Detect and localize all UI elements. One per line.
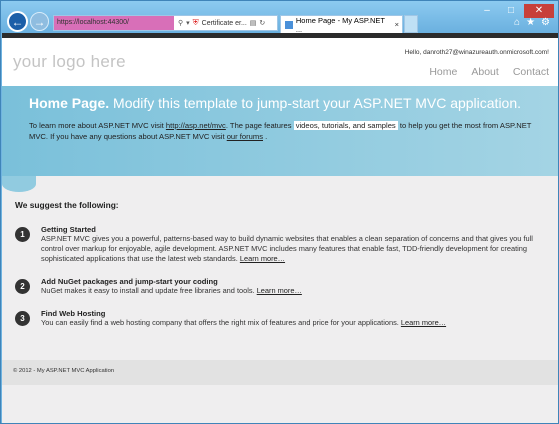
featured-text-4: . (265, 131, 268, 141)
mvc-link[interactable]: http://asp.net/mvc (166, 121, 226, 130)
step-body: Add NuGet packages and jump-start your c… (41, 277, 541, 296)
dropdown-icon[interactable]: ▾ (186, 19, 190, 27)
page-viewport: your logo here Hello, danroth27@winazure… (2, 33, 558, 423)
settings-icon[interactable]: ⚙ (541, 17, 550, 28)
refresh-icon[interactable]: ↻ (259, 19, 265, 27)
main-content: We suggest the following: 1 Getting Star… (2, 176, 558, 328)
featured-text: To learn more about ASP.NET MVC visit ht… (29, 121, 539, 142)
nav-home[interactable]: Home (429, 66, 457, 78)
home-icon[interactable]: ⌂ (514, 17, 520, 28)
tab-home-page[interactable]: Home Page - My ASP.NET ... × (280, 15, 403, 34)
nav-about[interactable]: About (471, 66, 498, 78)
step-description: You can easily find a web hosting compan… (41, 318, 541, 328)
search-icon[interactable]: ⚲ (178, 19, 183, 27)
list-item: 2 Add NuGet packages and jump-start your… (15, 277, 558, 296)
address-url[interactable]: https://localhost:44300/ (54, 16, 174, 30)
videos-link[interactable]: videos, tutorials, and samples (293, 121, 398, 130)
site-header: your logo here Hello, danroth27@winazure… (2, 38, 558, 86)
address-icons: ⚲ ▾ ⛨ Certificate er... ▤ ↻ (174, 18, 265, 28)
site-logo[interactable]: your logo here (13, 52, 126, 72)
window-controls: – □ ✕ (476, 4, 554, 18)
address-bar[interactable]: https://localhost:44300/ ⚲ ▾ ⛨ Certifica… (53, 15, 278, 31)
step-title: Add NuGet packages and jump-start your c… (41, 277, 218, 286)
suggest-heading: We suggest the following: (15, 200, 119, 210)
minimize-button[interactable]: – (476, 4, 498, 18)
banner-curve (2, 176, 36, 192)
step-body: Getting Started ASP.NET MVC gives you a … (41, 225, 541, 264)
learn-more-link[interactable]: Learn more… (257, 286, 302, 295)
browser-window: – □ ✕ ← → https://localhost:44300/ ⚲ ▾ ⛨… (0, 0, 559, 424)
forward-button[interactable]: → (30, 12, 49, 31)
step-description: NuGet makes it easy to install and updat… (41, 286, 541, 296)
featured-text-1: To learn more about ASP.NET MVC visit (29, 121, 164, 130)
footer-text: © 2012 - My ASP.NET MVC Application (13, 368, 115, 374)
title-bar: – □ ✕ ← → https://localhost:44300/ ⚲ ▾ ⛨… (1, 1, 558, 34)
learn-more-link[interactable]: Learn more… (240, 254, 285, 263)
step-text: ASP.NET MVC gives you a powerful, patter… (41, 234, 533, 263)
login-greeting[interactable]: Hello, danroth27@winazureauth.onmicrosof… (405, 49, 549, 56)
back-button[interactable]: ← (7, 11, 28, 32)
featured-banner: Home Page. Modify this template to jump-… (2, 86, 558, 192)
step-body: Find Web Hosting You can easily find a w… (41, 309, 541, 328)
favorites-icon[interactable]: ★ (526, 17, 535, 28)
step-title: Find Web Hosting (41, 309, 106, 318)
certificate-error-icon[interactable]: ⛨ (193, 18, 199, 28)
forums-link[interactable]: our forums (227, 132, 263, 141)
compatibility-icon[interactable]: ▤ (250, 19, 257, 27)
site-footer: © 2012 - My ASP.NET MVC Application (2, 360, 558, 385)
step-title: Getting Started (41, 225, 96, 234)
tab-title: Home Page - My ASP.NET ... (295, 15, 385, 34)
featured-text-2: . The page features (225, 121, 292, 130)
step-number: 1 (15, 227, 30, 242)
step-description: ASP.NET MVC gives you a powerful, patter… (41, 234, 541, 264)
page-title: Home Page. (29, 95, 110, 111)
list-item: 1 Getting Started ASP.NET MVC gives you … (15, 225, 558, 264)
nav-contact[interactable]: Contact (513, 66, 549, 78)
page-subtitle: Modify this template to jump-start your … (113, 95, 522, 111)
favicon-icon (285, 20, 293, 29)
list-item: 3 Find Web Hosting You can easily find a… (15, 309, 558, 328)
step-number: 3 (15, 311, 30, 326)
learn-more-link[interactable]: Learn more… (401, 318, 446, 327)
maximize-button[interactable]: □ (500, 4, 522, 18)
step-number: 2 (15, 279, 30, 294)
close-window-button[interactable]: ✕ (524, 4, 554, 18)
toolbar-icons: ⌂ ★ ⚙ (514, 17, 550, 28)
steps-list: 1 Getting Started ASP.NET MVC gives you … (15, 225, 558, 328)
featured-title: Home Page. Modify this template to jump-… (29, 95, 558, 111)
main-nav: Home About Contact (429, 66, 549, 78)
tab-close-icon[interactable]: × (395, 20, 402, 29)
step-text: NuGet makes it easy to install and updat… (41, 286, 255, 295)
new-tab-button[interactable] (404, 15, 418, 33)
certificate-error-label[interactable]: Certificate er... (202, 20, 247, 27)
step-text: You can easily find a web hosting compan… (41, 318, 399, 327)
